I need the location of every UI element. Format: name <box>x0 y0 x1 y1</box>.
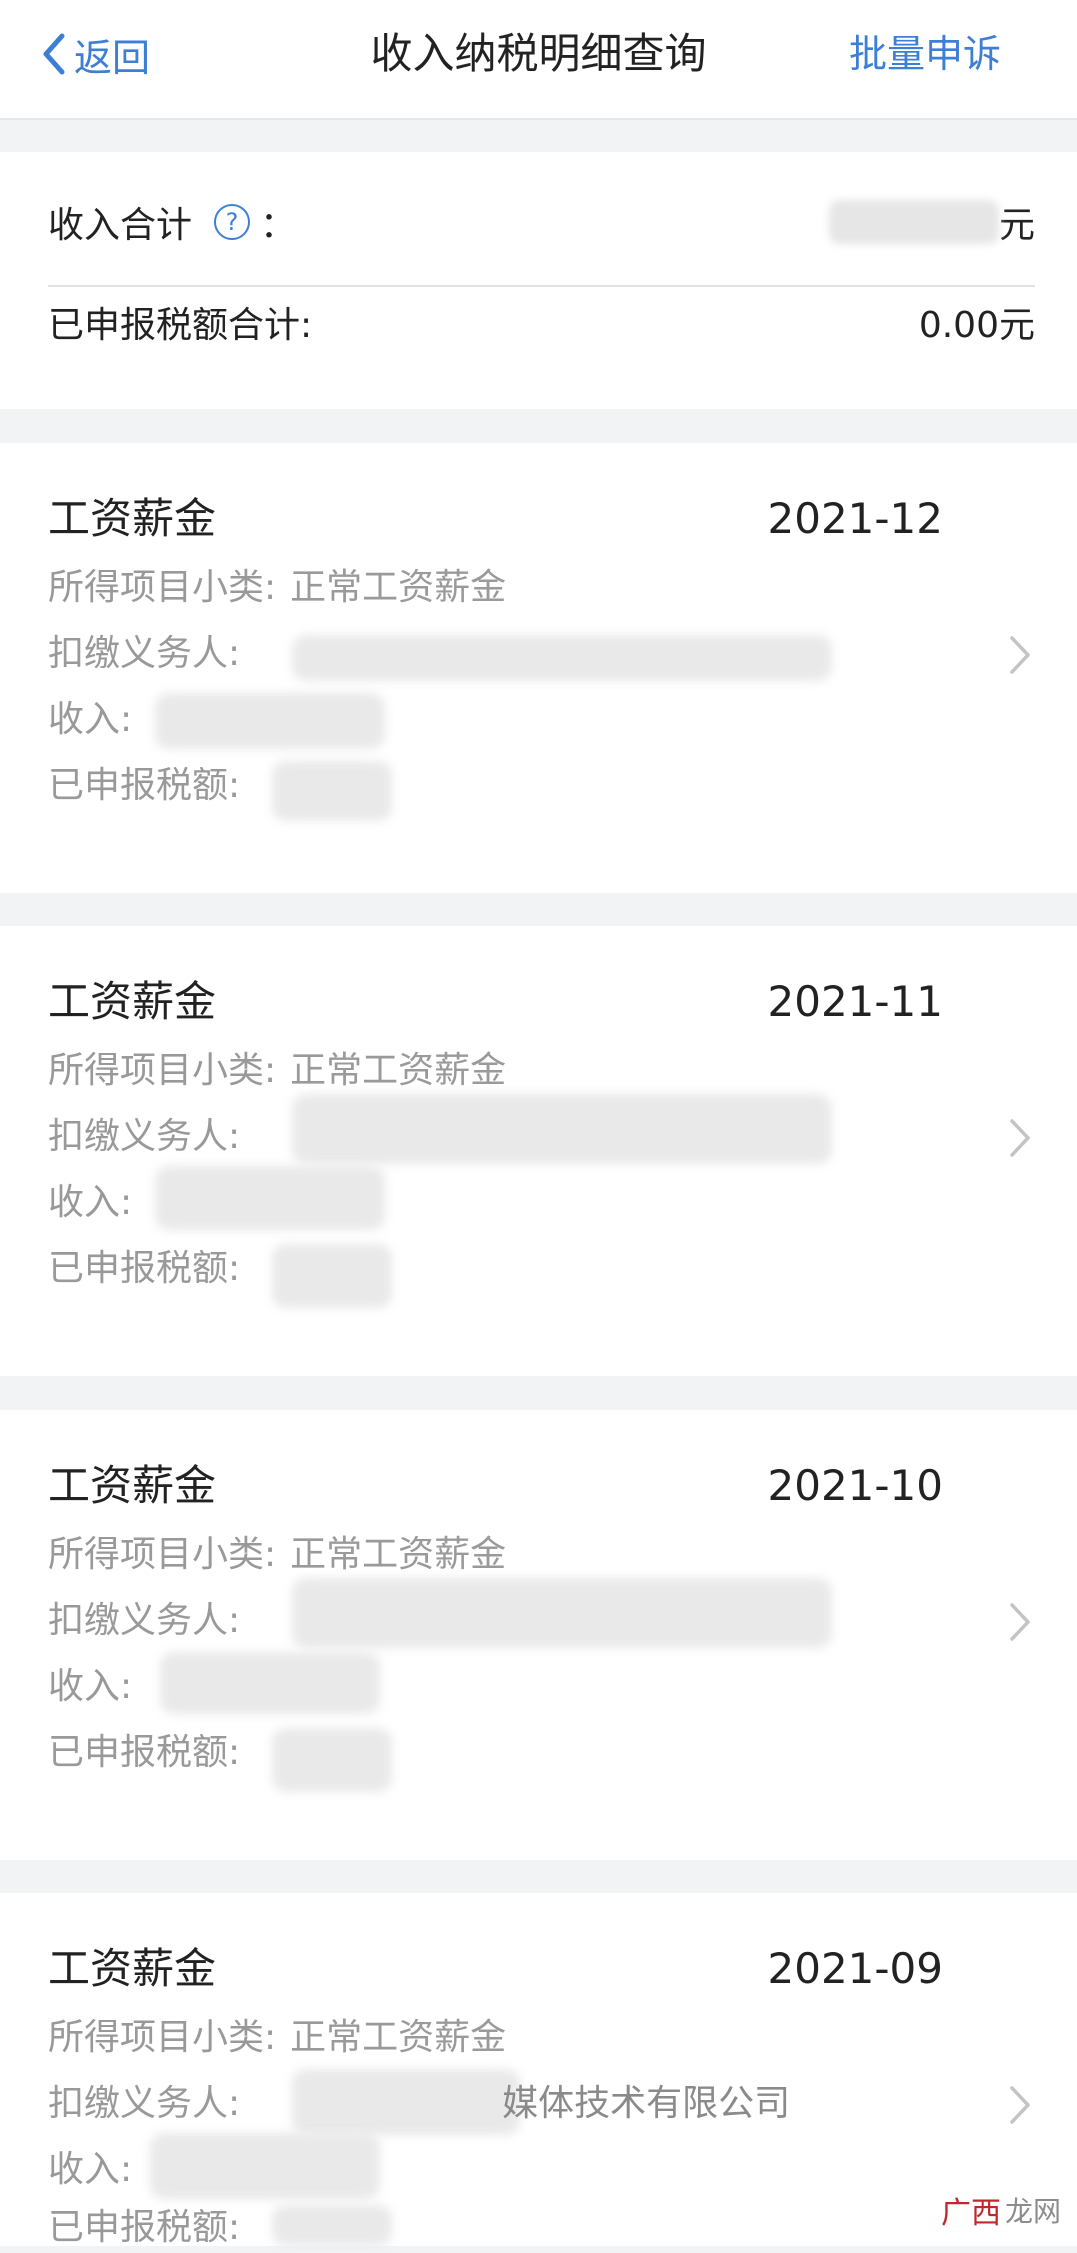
subtype-label: 所得项目小类: <box>48 1050 277 1091</box>
watermark: 广西 龙网 <box>941 2188 1061 2232</box>
subtype-value: 正常工资薪金 <box>290 567 507 608</box>
withholder-label: 扣缴义务人: <box>48 1600 241 1641</box>
record-income: 收入: <box>48 695 132 745</box>
navigation-bar: 返回 收入纳税明细查询 批量申诉 <box>0 0 1077 120</box>
income-total-redacted <box>828 200 999 244</box>
declared-tax-total-label: 已申报税额合计: <box>48 305 313 346</box>
income-label: 收入: <box>48 1182 133 1223</box>
record-title: 工资薪金 <box>48 1944 217 1993</box>
record-title: 工资薪金 <box>48 1461 217 1510</box>
record-tax: 已申报税额: <box>48 1244 240 1294</box>
withholder-redacted <box>292 1094 832 1164</box>
record-withholder: 扣缴义务人: <box>48 1112 240 1162</box>
back-button[interactable]: 返回 <box>40 26 150 82</box>
record-tax: 已申报税额: <box>48 761 240 811</box>
help-icon[interactable]: ? <box>214 204 251 240</box>
record-card[interactable]: 工资薪金 2021-12 所得项目小类: 正常工资薪金 扣缴义务人: 收入: 已… <box>0 443 1077 893</box>
tax-label: 已申报税额: <box>48 765 241 806</box>
record-withholder: 扣缴义务人: <box>48 1596 240 1646</box>
subtype-label: 所得项目小类: <box>48 2017 277 2058</box>
record-card[interactable]: 工资薪金 2021-11 所得项目小类: 正常工资薪金 扣缴义务人: 收入: 已… <box>0 926 1077 1376</box>
subtype-label: 所得项目小类: <box>48 567 277 608</box>
income-total-label: 收入合计 <box>48 205 193 246</box>
tax-redacted <box>272 761 392 821</box>
batch-appeal-button[interactable]: 批量申诉 <box>849 26 1001 82</box>
record-card[interactable]: 工资薪金 2021-09 所得项目小类: 正常工资薪金 扣缴义务人: 媒体技术有… <box>0 1893 1077 2248</box>
subtype-value: 正常工资薪金 <box>290 1050 507 1091</box>
record-tax: 已申报税额: <box>48 1728 240 1778</box>
income-redacted <box>160 1652 380 1714</box>
record-title: 工资薪金 <box>48 977 217 1026</box>
chevron-right-icon <box>1010 1603 1030 1641</box>
tax-redacted <box>272 1728 392 1792</box>
income-label: 收入: <box>48 699 133 740</box>
chevron-right-icon <box>1010 2086 1030 2124</box>
withholder-label: 扣缴义务人: <box>48 1116 241 1157</box>
subtype-value: 正常工资薪金 <box>290 2017 507 2058</box>
record-period: 2021-11 <box>767 977 944 1026</box>
record-income: 收入: <box>48 1662 132 1712</box>
tax-label: 已申报税额: <box>48 1732 241 1773</box>
record-subtype: 所得项目小类: 正常工资薪金 <box>48 563 506 613</box>
chevron-left-icon <box>43 33 65 75</box>
subtype-label: 所得项目小类: <box>48 1534 277 1575</box>
summary-panel: 收入合计 ? ： 元 已申报税额合计: 0.00元 <box>0 152 1077 409</box>
record-period: 2021-12 <box>767 494 944 543</box>
watermark-text: 龙网 <box>1004 2195 1061 2228</box>
record-subtype: 所得项目小类: 正常工资薪金 <box>48 1046 506 1096</box>
income-total-row: 收入合计 ? ： 元 <box>48 182 1035 262</box>
record-title: 工资薪金 <box>48 494 217 543</box>
subtype-value: 正常工资薪金 <box>290 1534 507 1575</box>
income-label: 收入: <box>48 2149 133 2190</box>
record-period: 2021-09 <box>767 1944 944 1993</box>
tax-redacted <box>272 1244 392 1308</box>
withholder-label: 扣缴义务人: <box>48 2083 241 2124</box>
income-redacted <box>155 693 385 749</box>
withholder-value: 媒体技术有限公司 <box>502 2083 791 2124</box>
withholder-redacted <box>292 635 832 681</box>
income-total-unit: 元 <box>998 205 1035 246</box>
income-redacted <box>155 1166 385 1230</box>
income-total-colon: ： <box>260 205 297 246</box>
withholder-label: 扣缴义务人: <box>48 633 241 674</box>
record-subtype: 所得项目小类: 正常工资薪金 <box>48 1530 506 1580</box>
record-card[interactable]: 工资薪金 2021-10 所得项目小类: 正常工资薪金 扣缴义务人: 收入: 已… <box>0 1410 1077 1860</box>
income-label: 收入: <box>48 1666 133 1707</box>
record-withholder: 扣缴义务人: <box>48 629 240 679</box>
declared-tax-total-row: 已申报税额合计: 0.00元 <box>48 282 1035 362</box>
watermark-mark: 广西 <box>940 2196 1001 2231</box>
chevron-right-icon <box>1010 1119 1030 1157</box>
chevron-right-icon <box>1010 636 1030 674</box>
tax-redacted <box>272 2205 392 2246</box>
record-period: 2021-10 <box>767 1461 944 1510</box>
declared-tax-total-value: 0.00元 <box>918 305 1035 346</box>
withholder-redacted <box>292 1578 832 1648</box>
record-income: 收入: <box>48 1178 132 1228</box>
income-redacted <box>150 2133 380 2199</box>
record-subtype: 所得项目小类: 正常工资薪金 <box>48 2013 506 2063</box>
tax-label: 已申报税额: <box>48 1248 241 1289</box>
record-withholder: 扣缴义务人: 媒体技术有限公司 <box>48 2079 790 2129</box>
record-income: 收入: <box>48 2145 132 2195</box>
back-label: 返回 <box>74 35 151 80</box>
